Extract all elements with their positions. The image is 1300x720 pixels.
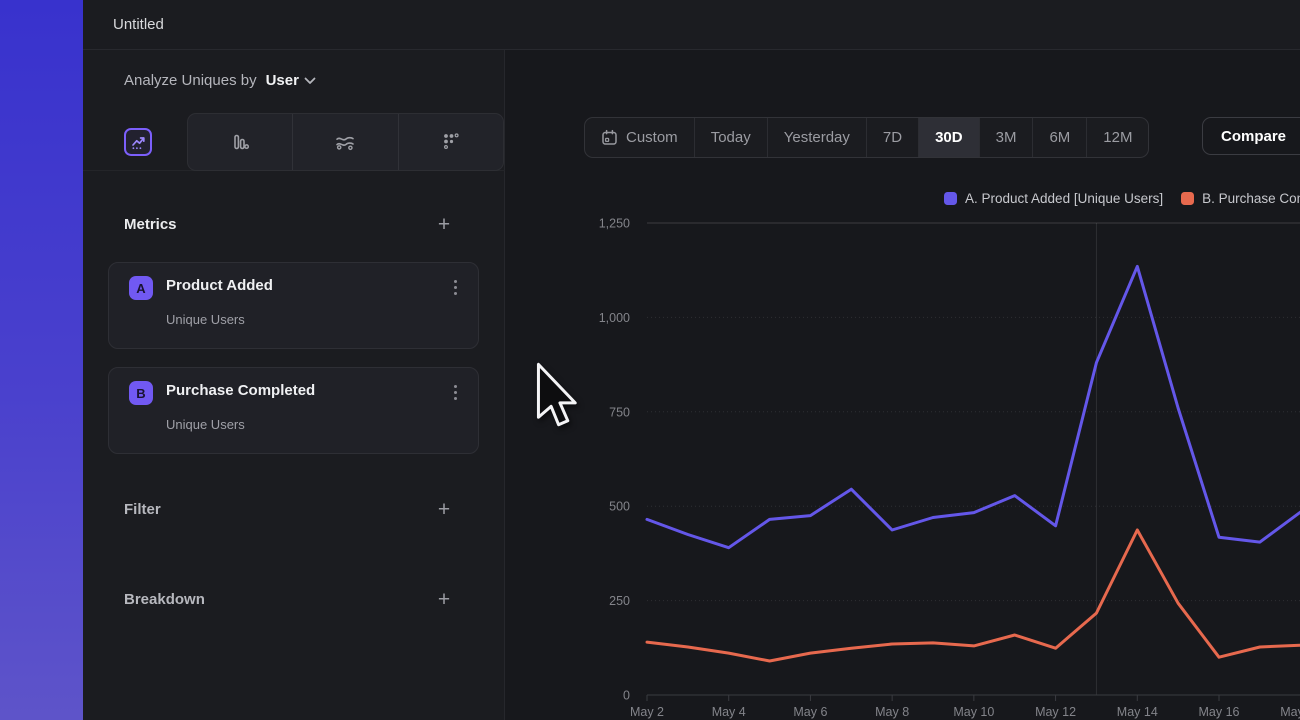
legend-label: A. Product Added [Unique Users]: [965, 191, 1163, 206]
range-label: Today: [711, 129, 751, 146]
svg-text:May 4: May 4: [712, 705, 746, 719]
range-today[interactable]: Today: [694, 118, 767, 157]
range-label: 3M: [996, 129, 1017, 146]
svg-text:500: 500: [609, 500, 630, 514]
calendar-icon: [601, 129, 618, 146]
chart-type-tab-panel: [187, 113, 504, 171]
date-range-selector: Custom Today Yesterday 7D 30D 3M 6M 12M: [584, 117, 1149, 158]
svg-text:May 16: May 16: [1198, 705, 1239, 719]
metric-subtitle: Unique Users: [166, 417, 245, 432]
grid-dots-icon: [440, 131, 462, 153]
tab-flow[interactable]: [292, 114, 397, 170]
range-12m[interactable]: 12M: [1086, 118, 1148, 157]
svg-text:May 18: May 18: [1280, 705, 1300, 719]
range-3m[interactable]: 3M: [979, 118, 1033, 157]
app-window: Untitled Analyze Uniques by User: [0, 0, 1300, 720]
analyze-row: Analyze Uniques by User: [83, 50, 504, 113]
range-30d[interactable]: 30D: [918, 118, 979, 157]
range-label: 12M: [1103, 129, 1132, 146]
desktop-background-strip: [0, 0, 83, 720]
metrics-header: Metrics +: [83, 212, 505, 242]
breakdown-header: Breakdown +: [83, 587, 505, 617]
analyze-by-value: User: [266, 72, 299, 89]
metric-badge-a: A: [129, 276, 153, 300]
add-breakdown-button[interactable]: +: [431, 587, 457, 613]
range-6m[interactable]: 6M: [1032, 118, 1086, 157]
metric-subtitle: Unique Users: [166, 312, 245, 327]
legend-item[interactable]: B. Purchase Completed [Unique Users]: [1181, 191, 1300, 206]
svg-text:May 14: May 14: [1117, 705, 1158, 719]
svg-text:May 12: May 12: [1035, 705, 1076, 719]
svg-text:0: 0: [623, 689, 630, 703]
range-label: Yesterday: [784, 129, 850, 146]
tab-bar-chart[interactable]: [188, 114, 292, 170]
metric-menu-icon[interactable]: [446, 276, 464, 298]
add-metric-button[interactable]: +: [431, 212, 457, 238]
flow-icon: [334, 132, 356, 152]
legend-swatch: [1181, 192, 1194, 205]
metric-name: Purchase Completed: [166, 382, 315, 399]
range-yesterday[interactable]: Yesterday: [767, 118, 866, 157]
range-label: 30D: [935, 129, 963, 146]
svg-text:1,250: 1,250: [599, 217, 630, 231]
chart-legend: A. Product Added [Unique Users] B. Purcha…: [944, 191, 1300, 206]
legend-swatch: [944, 192, 957, 205]
legend-item[interactable]: A. Product Added [Unique Users]: [944, 191, 1163, 206]
svg-text:750: 750: [609, 405, 630, 419]
add-filter-button[interactable]: +: [431, 497, 457, 523]
range-label: 6M: [1049, 129, 1070, 146]
range-label: 7D: [883, 129, 902, 146]
svg-text:May 10: May 10: [953, 705, 994, 719]
tab-grid-dots[interactable]: [398, 114, 503, 170]
line-chart-icon: [130, 134, 147, 151]
metrics-title: Metrics: [124, 216, 177, 233]
report-title[interactable]: Untitled: [113, 0, 164, 49]
chevron-down-icon: [304, 77, 316, 85]
svg-text:May 6: May 6: [793, 705, 827, 719]
analyze-by-label: Analyze Uniques by: [124, 72, 257, 89]
metric-menu-icon[interactable]: [446, 381, 464, 403]
bar-chart-icon: [230, 132, 250, 152]
chart-panel: Custom Today Yesterday 7D 30D 3M 6M 12M Compare…: [505, 50, 1300, 720]
filter-header: Filter +: [83, 497, 505, 527]
svg-text:250: 250: [609, 594, 630, 608]
compare-button[interactable]: Compare: [1202, 117, 1300, 155]
legend-label: B. Purchase Completed [Unique Users]: [1202, 191, 1300, 206]
title-bar: Untitled: [83, 0, 1300, 50]
tab-line-chart[interactable]: [124, 128, 152, 156]
breakdown-title: Breakdown: [124, 591, 205, 608]
range-7d[interactable]: 7D: [866, 118, 918, 157]
svg-text:May 2: May 2: [630, 705, 664, 719]
range-custom[interactable]: Custom: [585, 118, 694, 157]
analyze-by-dropdown[interactable]: User: [266, 72, 316, 89]
svg-text:1,000: 1,000: [599, 311, 630, 325]
svg-text:May 8: May 8: [875, 705, 909, 719]
metric-name: Product Added: [166, 277, 273, 294]
filter-title: Filter: [124, 501, 161, 518]
chart-type-tabs: [83, 113, 505, 171]
metric-card-b[interactable]: B Purchase Completed Unique Users: [108, 367, 479, 454]
sidebar: Analyze Uniques by User: [83, 50, 505, 720]
metric-card-a[interactable]: A Product Added Unique Users: [108, 262, 479, 349]
range-label: Custom: [626, 129, 678, 146]
metric-badge-b: B: [129, 381, 153, 405]
